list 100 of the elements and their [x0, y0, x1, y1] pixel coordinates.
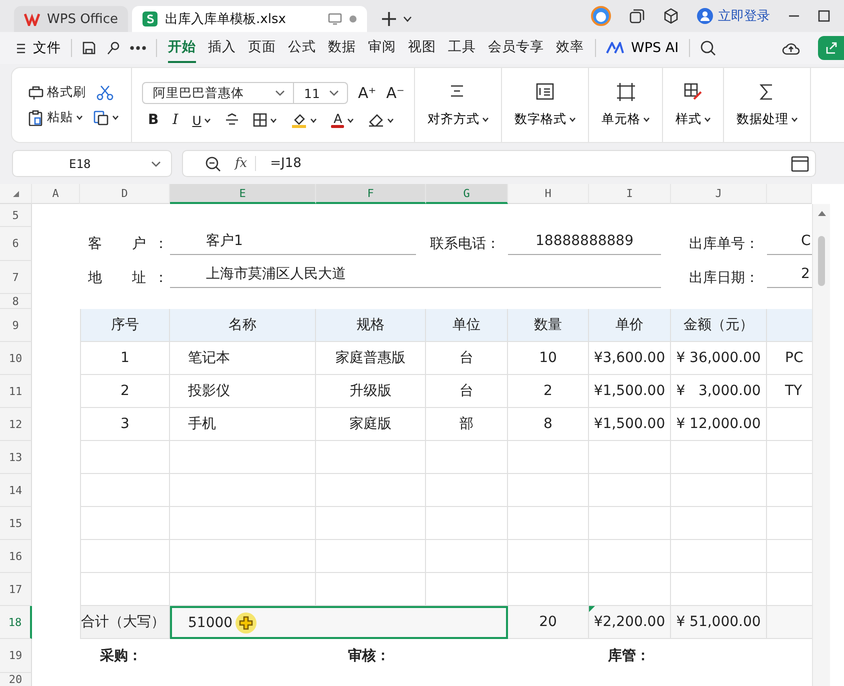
- pin-icon[interactable]: [106, 40, 120, 56]
- row-header[interactable]: 12: [0, 408, 32, 441]
- tab[interactable]: WPS Office: [14, 6, 128, 32]
- row-header[interactable]: 8: [0, 294, 32, 309]
- formula-field[interactable]: =J18: [270, 156, 777, 171]
- cloud-upload-icon[interactable]: [782, 41, 800, 55]
- ribbon-button[interactable]: 对齐方式: [415, 68, 502, 142]
- maximize-icon[interactable]: [818, 10, 830, 22]
- row-header[interactable]: 11: [0, 375, 32, 408]
- column-header[interactable]: A: [32, 184, 80, 204]
- row-header[interactable]: 18: [0, 606, 32, 639]
- caret-icon[interactable]: [791, 117, 798, 122]
- ribbon-tab[interactable]: 审阅: [368, 33, 396, 63]
- caret-icon[interactable]: [387, 118, 394, 122]
- row-header[interactable]: 7: [0, 261, 32, 294]
- row-header[interactable]: 6: [0, 227, 32, 261]
- table-cell: [767, 606, 812, 639]
- row-header[interactable]: 14: [0, 474, 32, 507]
- function-wizard-icon[interactable]: [791, 156, 809, 172]
- row-header[interactable]: 13: [0, 441, 32, 474]
- ribbon-tab[interactable]: 会员专享: [488, 33, 544, 63]
- column-header[interactable]: J: [671, 184, 767, 204]
- select-all-icon[interactable]: [12, 190, 20, 198]
- italic-button[interactable]: I: [172, 112, 178, 128]
- ribbon-tab[interactable]: 效率: [556, 33, 584, 63]
- zoom-icon[interactable]: [205, 156, 221, 172]
- caret-icon[interactable]: [112, 115, 119, 120]
- row-header[interactable]: 19: [0, 639, 32, 673]
- cube-icon[interactable]: [663, 8, 679, 24]
- ribbon-tab[interactable]: 页面: [248, 33, 276, 63]
- borders-icon: [253, 113, 268, 127]
- row-header[interactable]: 15: [0, 507, 32, 540]
- login-button[interactable]: 立即登录: [697, 7, 770, 25]
- caret-icon[interactable]: [643, 117, 650, 122]
- plus-icon[interactable]: [381, 11, 398, 27]
- share-button[interactable]: [818, 36, 844, 60]
- bold-button[interactable]: B: [148, 112, 159, 128]
- column-header[interactable]: D: [80, 184, 170, 204]
- caret-icon[interactable]: [482, 117, 490, 122]
- caret-icon[interactable]: [569, 117, 576, 122]
- ribbon-button[interactable]: 样式: [663, 68, 724, 142]
- row-header[interactable]: 20: [0, 673, 32, 686]
- caret-icon[interactable]: [310, 118, 318, 122]
- save-icon[interactable]: [82, 41, 96, 55]
- field-label: 客 户：: [87, 235, 170, 254]
- file-menu[interactable]: 文件: [16, 39, 61, 57]
- tab[interactable]: 出库入库单模板.xlsx: [132, 6, 368, 32]
- grow-font-button[interactable]: A⁺: [358, 84, 376, 102]
- column-header[interactable]: I: [589, 184, 671, 204]
- caret-icon[interactable]: [204, 118, 212, 122]
- copy-window-icon[interactable]: [629, 8, 645, 24]
- ribbon-tab[interactable]: 开始: [168, 33, 196, 63]
- copy-button[interactable]: [93, 110, 119, 126]
- row-header[interactable]: 17: [0, 573, 32, 606]
- ribbon-button[interactable]: 数字格式: [502, 68, 590, 142]
- ribbon-tab[interactable]: 视图: [408, 33, 436, 63]
- ribbon-button[interactable]: 数据处理: [724, 68, 812, 142]
- paint-bucket-icon: [291, 112, 308, 128]
- row-header[interactable]: 5: [0, 204, 32, 227]
- caret-icon[interactable]: [704, 117, 712, 122]
- column-header[interactable]: F: [316, 184, 426, 204]
- ai-button[interactable]: WPS AI: [606, 40, 679, 56]
- function-button[interactable]: fx: [235, 156, 256, 171]
- font-size-select[interactable]: 11: [294, 82, 348, 104]
- row-header[interactable]: 9: [0, 309, 32, 342]
- borders-button[interactable]: [253, 113, 278, 127]
- ribbon-button[interactable]: 单元格: [589, 68, 664, 142]
- column-header[interactable]: G: [426, 184, 508, 204]
- scroll-thumb[interactable]: [818, 236, 825, 286]
- column-header[interactable]: H: [508, 184, 589, 204]
- font-color-button[interactable]: A: [331, 112, 354, 128]
- ribbon-tab[interactable]: 插入: [208, 33, 236, 63]
- caret-icon[interactable]: [270, 118, 278, 122]
- paste-button[interactable]: 粘贴: [28, 109, 83, 126]
- signature-label: 库管：: [607, 646, 651, 666]
- fill-color-button[interactable]: [291, 112, 318, 128]
- strikethrough-icon[interactable]: [225, 113, 240, 127]
- name-box[interactable]: E18: [12, 150, 172, 177]
- column-header[interactable]: E: [170, 184, 316, 204]
- search-icon[interactable]: [700, 40, 716, 56]
- caret-icon[interactable]: [347, 118, 354, 122]
- row-header[interactable]: 10: [0, 342, 32, 375]
- scissors-icon[interactable]: [96, 84, 114, 100]
- ribbon-tab[interactable]: 数据: [328, 33, 356, 63]
- table-cell: ¥ 12,000.00: [671, 408, 767, 441]
- spreadsheet-icon: [142, 11, 158, 27]
- caret-icon[interactable]: [76, 115, 83, 120]
- font-select[interactable]: 阿里巴巴普惠体: [142, 82, 294, 104]
- vertical-scrollbar[interactable]: [812, 204, 830, 686]
- row-header[interactable]: 16: [0, 540, 32, 573]
- mascot-icon[interactable]: [591, 6, 611, 26]
- chevron-down-icon[interactable]: [403, 16, 412, 22]
- underline-button[interactable]: U: [192, 112, 212, 128]
- selected-cell[interactable]: 51000: [170, 606, 508, 639]
- ribbon-tab[interactable]: 工具: [448, 33, 476, 63]
- clear-button[interactable]: [368, 113, 394, 127]
- more-icon[interactable]: [130, 46, 146, 50]
- ribbon-tab[interactable]: 公式: [288, 33, 316, 63]
- format-painter-button[interactable]: 格式刷: [28, 84, 86, 101]
- shrink-font-button[interactable]: A⁻: [386, 84, 404, 102]
